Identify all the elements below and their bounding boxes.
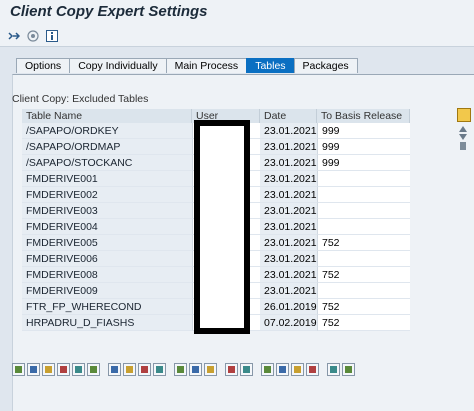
copy-text-icon[interactable]	[189, 362, 202, 376]
date-cell[interactable]: 23.01.2021	[260, 203, 317, 219]
scroll-down-icon[interactable]	[459, 134, 467, 140]
table-name-cell[interactable]: FMDERIVE003	[22, 203, 192, 219]
release-cell[interactable]: 752	[317, 267, 410, 283]
grid-toolbar	[12, 360, 387, 378]
table-name-cell[interactable]: FMDERIVE001	[22, 171, 192, 187]
release-cell[interactable]	[317, 251, 410, 267]
date-cell[interactable]: 23.01.2021	[260, 139, 317, 155]
insert-icon[interactable]	[108, 362, 121, 376]
window-title: Client Copy Expert Settings	[10, 3, 208, 20]
paste-text-icon[interactable]	[204, 362, 217, 376]
header-release[interactable]: To Basis Release	[317, 109, 410, 123]
delete-row-icon[interactable]	[57, 362, 70, 376]
undo-action-icon[interactable]	[327, 362, 340, 376]
date-cell[interactable]: 23.01.2021	[260, 123, 317, 139]
release-cell[interactable]	[317, 283, 410, 299]
release-cell[interactable]: 999	[317, 155, 410, 171]
table-name-cell[interactable]: /SAPAPO/STOCKANC	[22, 155, 192, 171]
table-name-cell[interactable]: /SAPAPO/ORDKEY	[22, 123, 192, 139]
sum-icon[interactable]	[306, 362, 319, 376]
sort-ascending-icon[interactable]	[225, 362, 238, 376]
tab-tables[interactable]: Tables	[246, 58, 295, 73]
table-name-cell[interactable]: FMDERIVE004	[22, 219, 192, 235]
tab-options[interactable]: Options	[16, 58, 71, 73]
expand-icon[interactable]	[8, 30, 20, 42]
scroll-thumb[interactable]	[460, 142, 466, 150]
date-cell[interactable]: 23.01.2021	[260, 187, 317, 203]
scroll-up-icon[interactable]	[459, 126, 467, 132]
find-next-icon[interactable]	[276, 362, 289, 376]
release-cell[interactable]: 999	[317, 123, 410, 139]
table-name-cell[interactable]: FMDERIVE009	[22, 283, 192, 299]
append-row-icon[interactable]	[42, 362, 55, 376]
filter-icon[interactable]	[291, 362, 304, 376]
undo-icon[interactable]	[87, 362, 100, 376]
vertical-scrollbar[interactable]	[457, 124, 469, 320]
date-cell[interactable]: 07.02.2019	[260, 315, 317, 331]
sort-descending-icon[interactable]	[240, 362, 253, 376]
table-name-cell[interactable]: FMDERIVE008	[22, 267, 192, 283]
table-name-cell[interactable]: FMDERIVE005	[22, 235, 192, 251]
table-name-cell[interactable]: FMDERIVE002	[22, 187, 192, 203]
table-name-cell[interactable]: /SAPAPO/ORDMAP	[22, 139, 192, 155]
insert-row-icon[interactable]	[27, 362, 40, 376]
find-icon[interactable]	[261, 362, 274, 376]
date-cell[interactable]: 23.01.2021	[260, 283, 317, 299]
app-toolbar	[0, 26, 474, 47]
info-icon[interactable]	[46, 30, 58, 42]
release-cell[interactable]	[317, 171, 410, 187]
tab-main-process[interactable]: Main Process	[165, 58, 248, 73]
date-cell[interactable]: 23.01.2021	[260, 219, 317, 235]
tab-strip: Options Copy Individually Main Process T…	[16, 58, 358, 74]
header-table-name[interactable]: Table Name	[22, 109, 192, 123]
release-cell[interactable]: 752	[317, 315, 410, 331]
table-name-cell[interactable]: HRPADRU_D_FIASHS	[22, 315, 192, 331]
grid-title: Client Copy: Excluded Tables	[12, 93, 149, 105]
release-cell[interactable]: 752	[317, 235, 410, 251]
details-icon[interactable]	[12, 362, 25, 376]
release-cell[interactable]	[317, 187, 410, 203]
release-cell[interactable]	[317, 203, 410, 219]
paste-icon[interactable]	[138, 362, 151, 376]
release-cell[interactable]: 752	[317, 299, 410, 315]
redaction-box	[194, 120, 250, 334]
cut-icon[interactable]	[174, 362, 187, 376]
date-cell[interactable]: 26.01.2019	[260, 299, 317, 315]
date-cell[interactable]: 23.01.2021	[260, 171, 317, 187]
date-cell[interactable]: 23.01.2021	[260, 155, 317, 171]
column-settings-icon[interactable]	[457, 108, 471, 122]
print-icon[interactable]	[342, 362, 355, 376]
target-icon[interactable]	[27, 30, 39, 42]
table-name-cell[interactable]: FTR_FP_WHERECOND	[22, 299, 192, 315]
date-cell[interactable]: 23.01.2021	[260, 235, 317, 251]
release-cell[interactable]	[317, 219, 410, 235]
header-date[interactable]: Date	[260, 109, 317, 123]
copy-row-icon[interactable]	[72, 362, 85, 376]
copy-icon[interactable]	[123, 362, 136, 376]
paste-append-icon[interactable]	[153, 362, 166, 376]
tab-packages[interactable]: Packages	[293, 58, 358, 73]
date-cell[interactable]: 23.01.2021	[260, 251, 317, 267]
date-cell[interactable]: 23.01.2021	[260, 267, 317, 283]
release-cell[interactable]: 999	[317, 139, 410, 155]
table-name-cell[interactable]: FMDERIVE006	[22, 251, 192, 267]
title-bar: Client Copy Expert Settings	[0, 0, 474, 26]
tab-copy-individually[interactable]: Copy Individually	[69, 58, 167, 73]
